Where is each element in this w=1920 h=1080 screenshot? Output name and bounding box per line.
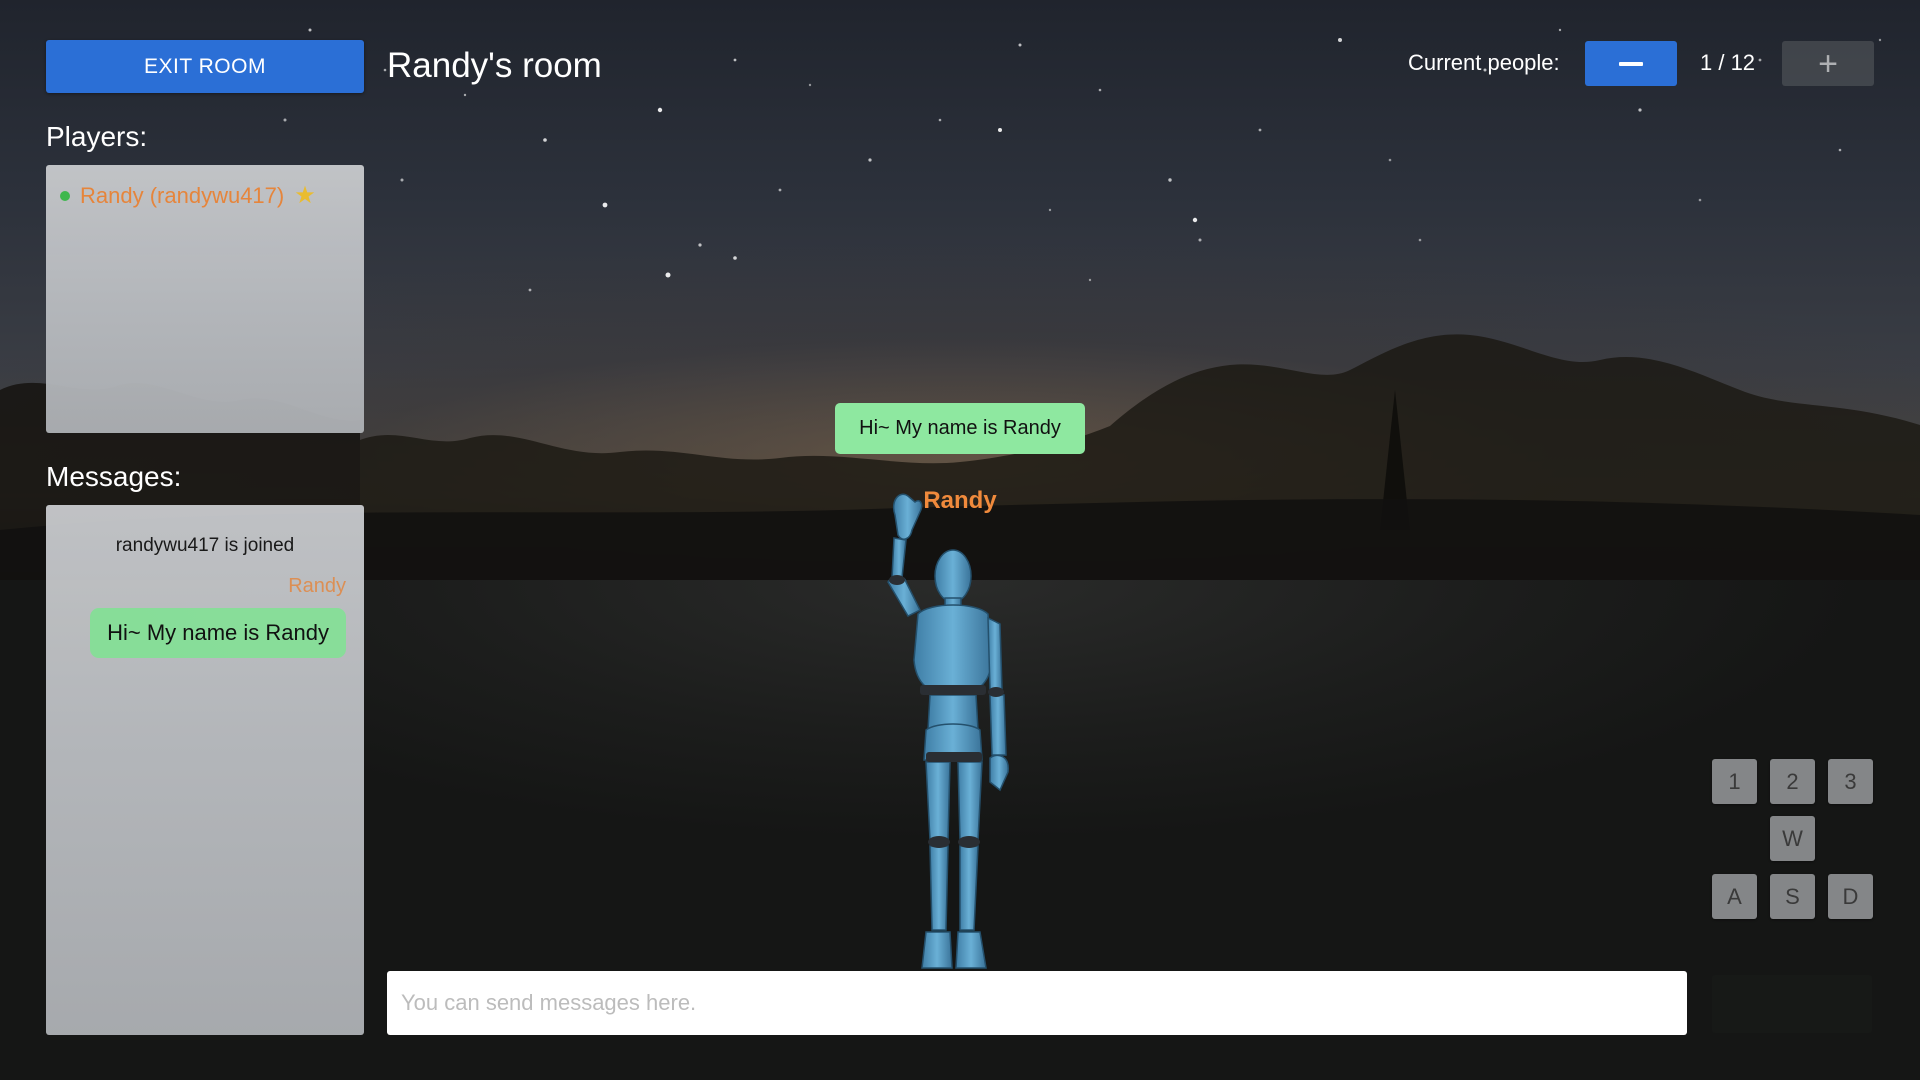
players-heading: Players: [46, 121, 148, 152]
players-panel: Randy (randywu417) ★ [46, 165, 364, 433]
messages-heading: Messages: [46, 461, 182, 492]
player-item[interactable]: Randy (randywu417) ★ [60, 181, 316, 210]
chat-message-bubble: Hi~ My name is Randy [90, 608, 346, 658]
send-button[interactable] [1712, 975, 1872, 1033]
people-count: 1 / 12 [1700, 50, 1756, 75]
game-scene[interactable]: EXIT ROOM Randy's room Players: Randy (r… [0, 0, 1920, 1080]
star-icon: ★ [294, 182, 316, 209]
messages-panel[interactable]: randywu417 is joined Randy Hi~ My name i… [46, 505, 364, 1035]
minus-icon [1619, 61, 1643, 66]
key-2[interactable]: 2 [1770, 759, 1815, 804]
exit-room-button[interactable]: EXIT ROOM [46, 40, 364, 93]
key-w[interactable]: W [1770, 816, 1815, 861]
message-sender: Randy [288, 575, 346, 597]
key-a[interactable]: A [1712, 874, 1757, 919]
increase-people-button[interactable]: + [1782, 41, 1874, 86]
player-avatar[interactable] [840, 490, 1050, 970]
key-s[interactable]: S [1770, 874, 1815, 919]
key-1[interactable]: 1 [1712, 759, 1757, 804]
chat-message-input[interactable] [387, 971, 1687, 1035]
avatar-speech-bubble: Hi~ My name is Randy [835, 403, 1085, 454]
player-name: Randy (randywu417) [80, 182, 285, 208]
room-title: Randy's room [387, 46, 602, 85]
online-status-dot [60, 190, 70, 201]
key-d[interactable]: D [1828, 874, 1873, 919]
current-people-label: Current people: [1408, 50, 1560, 75]
key-3[interactable]: 3 [1828, 759, 1873, 804]
decrease-people-button[interactable] [1585, 41, 1677, 86]
plus-icon: + [1818, 44, 1838, 83]
system-message: randywu417 is joined [115, 535, 295, 556]
